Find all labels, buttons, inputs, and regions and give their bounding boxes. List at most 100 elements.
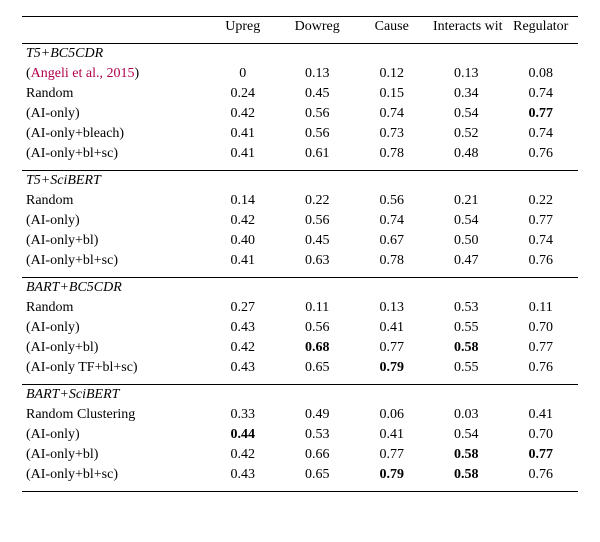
cell-value: 0.13 [354, 298, 429, 318]
section-title: BART+SciBERT [22, 385, 578, 406]
table-row: Random0.240.450.150.340.74 [22, 84, 578, 104]
cell-value: 0.77 [503, 211, 578, 231]
cell-value: 0.54 [429, 425, 504, 445]
cell-value: 0.63 [280, 251, 355, 271]
col-c2: Dowreg [280, 17, 355, 38]
cell-value: 0.70 [503, 318, 578, 338]
cell-value: 0.43 [205, 318, 280, 338]
cell-value: 0.70 [503, 425, 578, 445]
cell-value: 0.41 [503, 405, 578, 425]
cell-value: 0.40 [205, 231, 280, 251]
cell-value: 0.77 [503, 445, 578, 465]
table-row: (AI-only)0.420.560.740.540.77 [22, 104, 578, 124]
cell-value: 0.42 [205, 338, 280, 358]
cell-value: 0.41 [205, 124, 280, 144]
cell-value: 0.74 [503, 84, 578, 104]
cell-value: 0.61 [280, 144, 355, 164]
cell-value: 0.06 [354, 405, 429, 425]
cell-value: 0.13 [280, 64, 355, 84]
cell-value: 0.12 [354, 64, 429, 84]
cell-value: 0.41 [205, 144, 280, 164]
cell-value: 0.33 [205, 405, 280, 425]
table-row: (AI-only TF+bl+sc)0.430.650.790.550.76 [22, 358, 578, 378]
results-table: UpregDowregCauseInteracts withRegulatorT… [22, 16, 578, 492]
cell-value: 0.48 [429, 144, 504, 164]
table-row: (AI-only)0.420.560.740.540.77 [22, 211, 578, 231]
cell-value: 0.56 [280, 318, 355, 338]
cell-value: 0.74 [503, 231, 578, 251]
table-row: (AI-only+bl)0.400.450.670.500.74 [22, 231, 578, 251]
cell-value: 0.77 [354, 445, 429, 465]
cell-value: 0.73 [354, 124, 429, 144]
section-title: T5+BC5CDR [22, 44, 578, 65]
cell-value: 0.67 [354, 231, 429, 251]
cell-value: 0.54 [429, 211, 504, 231]
cell-value: 0.77 [354, 338, 429, 358]
cell-value: 0.27 [205, 298, 280, 318]
cell-value: 0.43 [205, 465, 280, 485]
cell-value: 0.47 [429, 251, 504, 271]
cell-value: 0.44 [205, 425, 280, 445]
row-label: Random Clustering [22, 405, 205, 425]
cell-value: 0.77 [503, 104, 578, 124]
cell-value: 0.42 [205, 104, 280, 124]
cell-value: 0.52 [429, 124, 504, 144]
cell-value: 0.68 [280, 338, 355, 358]
table-row: Random Clustering0.330.490.060.030.41 [22, 405, 578, 425]
cell-value: 0.76 [503, 465, 578, 485]
cell-value: 0.41 [354, 318, 429, 338]
cell-value: 0.65 [280, 465, 355, 485]
cell-value: 0.56 [280, 211, 355, 231]
row-label: (AI-only+bl) [22, 231, 205, 251]
cell-value: 0.43 [205, 358, 280, 378]
table-row: (Angeli et al., 2015)00.130.120.130.08 [22, 64, 578, 84]
col-c3: Cause [354, 17, 429, 38]
cell-value: 0.41 [205, 251, 280, 271]
cell-value: 0.76 [503, 358, 578, 378]
row-label: Random [22, 298, 205, 318]
row-label: (AI-only+bl+sc) [22, 251, 205, 271]
cell-value: 0.79 [354, 358, 429, 378]
cell-value: 0.58 [429, 445, 504, 465]
table-row: (AI-only+bl)0.420.660.770.580.77 [22, 445, 578, 465]
citation-link[interactable]: Angeli et al., 2015 [31, 66, 135, 81]
cell-value: 0.42 [205, 211, 280, 231]
cell-value: 0.76 [503, 251, 578, 271]
cell-value: 0.08 [503, 64, 578, 84]
table-row: (AI-only+bl)0.420.680.770.580.77 [22, 338, 578, 358]
cell-value: 0.78 [354, 144, 429, 164]
cell-value: 0.24 [205, 84, 280, 104]
row-label: (AI-only+bleach) [22, 124, 205, 144]
cell-value: 0.78 [354, 251, 429, 271]
cell-value: 0.74 [354, 104, 429, 124]
cell-value: 0.03 [429, 405, 504, 425]
cell-value: 0.22 [503, 191, 578, 211]
row-label: (AI-only) [22, 104, 205, 124]
col-c1: Upreg [205, 17, 280, 38]
cell-value: 0.21 [429, 191, 504, 211]
cell-value: 0.41 [354, 425, 429, 445]
cell-value: 0.74 [503, 124, 578, 144]
col-c4: Interacts with [429, 17, 504, 38]
row-label: Random [22, 191, 205, 211]
cell-value: 0.34 [429, 84, 504, 104]
cell-value: 0.76 [503, 144, 578, 164]
cell-value: 0.53 [280, 425, 355, 445]
cell-value: 0.22 [280, 191, 355, 211]
row-label: (AI-only+bl) [22, 445, 205, 465]
section-title: T5+SciBERT [22, 171, 578, 192]
cell-value: 0.42 [205, 445, 280, 465]
table-row: (AI-only+bl+sc)0.410.610.780.480.76 [22, 144, 578, 164]
cell-value: 0.49 [280, 405, 355, 425]
row-label: (AI-only+bl) [22, 338, 205, 358]
cell-value: 0.55 [429, 358, 504, 378]
cell-value: 0.45 [280, 231, 355, 251]
row-label: (AI-only) [22, 318, 205, 338]
table-row: (AI-only+bl+sc)0.410.630.780.470.76 [22, 251, 578, 271]
cell-value: 0.58 [429, 338, 504, 358]
row-label: (Angeli et al., 2015) [22, 64, 205, 84]
cell-value: 0.65 [280, 358, 355, 378]
row-label: (AI-only+bl+sc) [22, 144, 205, 164]
cell-value: 0.56 [280, 104, 355, 124]
cell-value: 0.11 [280, 298, 355, 318]
